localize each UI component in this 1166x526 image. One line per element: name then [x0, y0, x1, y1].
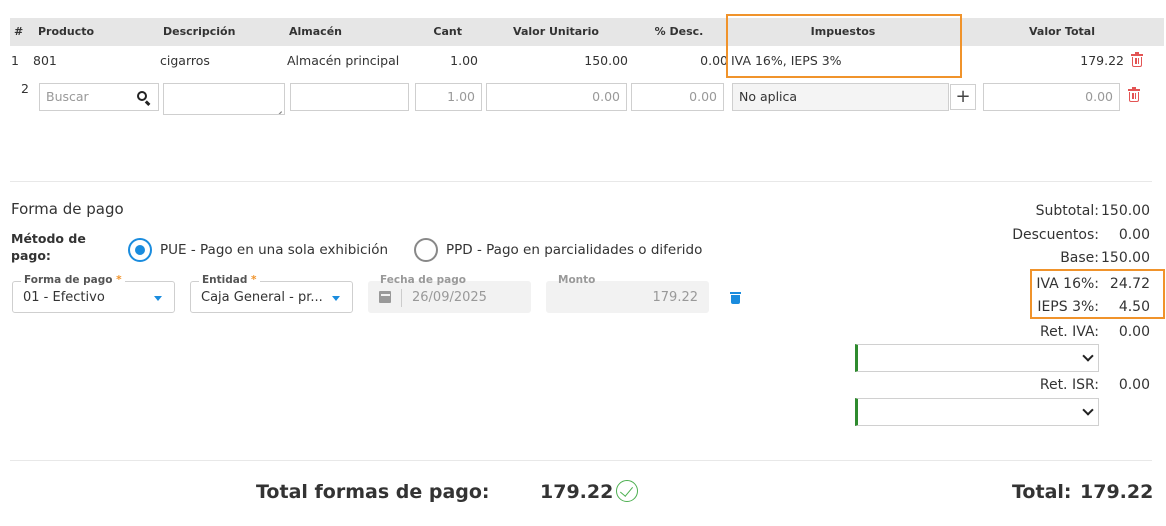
impuestos-highlight: [726, 14, 962, 78]
row-producto: 801: [33, 53, 57, 68]
delete-payment-icon[interactable]: [730, 291, 741, 304]
row-desc: 0.00: [700, 53, 728, 68]
descuentos-value: 0.00: [1118, 227, 1150, 243]
delete-row-icon[interactable]: [1128, 87, 1140, 102]
row-valor-total: 179.22: [1080, 53, 1124, 68]
ret-iva-label: Ret. IVA:: [1040, 324, 1099, 340]
ret-isr-value: 0.00: [1118, 377, 1150, 393]
fecha-pago-value: 26/09/2025: [412, 290, 487, 305]
total-formas-label: Total formas de pago:: [256, 481, 490, 503]
monto-value: 179.22: [652, 290, 699, 305]
row-descripcion: cigarros: [160, 53, 210, 68]
ret-iva-value: 0.00: [1118, 324, 1150, 340]
header-num: #: [14, 25, 24, 38]
almacen-input[interactable]: [290, 83, 409, 111]
entidad-value: Caja General - pr...: [201, 290, 323, 305]
header-valor-unitario: Valor Unitario: [513, 25, 599, 38]
cant-input[interactable]: 1.00: [415, 83, 482, 111]
monto-label: Monto: [558, 274, 596, 286]
row-cant: 1.00: [450, 53, 478, 68]
caret-down-icon: [154, 296, 162, 301]
payment-section-title: Forma de pago: [11, 200, 124, 218]
entidad-label: Entidad: [202, 274, 248, 286]
table-row: 1 801 cigarros Almacén principal 1.00 15…: [0, 50, 1166, 72]
radio-ppd-label[interactable]: PPD - Pago en parcialidades o diferido: [446, 242, 702, 258]
caret-down-icon: [332, 296, 340, 301]
calendar-icon: [379, 291, 391, 303]
radio-pue[interactable]: [128, 238, 152, 262]
fecha-pago-field[interactable]: Fecha de pago 26/09/2025: [368, 274, 531, 313]
payment-method-label: Método de pago:: [11, 231, 86, 263]
table-row: 2 Buscar 1.00 0.00 0.00 No aplica + 0.00: [0, 80, 1166, 116]
radio-pue-label[interactable]: PUE - Pago en una sola exhibición: [160, 242, 388, 258]
monto-field[interactable]: Monto 179.22: [546, 274, 709, 313]
header-descripcion: Descripción: [163, 25, 236, 38]
base-label: Base:: [1060, 250, 1099, 266]
ret-isr-select[interactable]: [855, 398, 1099, 426]
total-value: 179.22: [1080, 481, 1154, 503]
divider: [10, 181, 1152, 182]
delete-row-icon[interactable]: [1131, 52, 1143, 67]
ret-iva-select[interactable]: [855, 344, 1099, 372]
forma-pago-select[interactable]: Forma de pago * 01 - Efectivo: [12, 274, 175, 313]
total-label: Total:: [1012, 481, 1072, 503]
taxes-highlight: [1030, 269, 1165, 319]
valor-unitario-input[interactable]: 0.00: [486, 83, 627, 111]
subtotal-value: 150.00: [1101, 203, 1150, 219]
header-cant: Cant: [433, 25, 462, 38]
chevron-down-icon: [1082, 350, 1094, 362]
row-valor-unitario: 150.00: [584, 53, 628, 68]
entidad-select[interactable]: Entidad * Caja General - pr...: [190, 274, 353, 313]
impuestos-field[interactable]: No aplica: [732, 83, 949, 111]
header-producto: Producto: [38, 25, 95, 38]
table-header: # Producto Descripción Almacén Cant Valo…: [10, 18, 1164, 46]
total-formas-value: 179.22: [540, 481, 614, 503]
check-circle-icon: [616, 480, 638, 502]
forma-pago-label: Forma de pago: [24, 274, 113, 286]
valor-total-input[interactable]: 0.00: [983, 83, 1120, 111]
row-num: 1: [11, 53, 19, 68]
subtotal-label: Subtotal:: [1035, 203, 1099, 219]
ret-isr-label: Ret. ISR:: [1039, 377, 1099, 393]
description-textarea[interactable]: [163, 83, 285, 115]
resize-grip-icon[interactable]: [275, 105, 282, 112]
forma-pago-value: 01 - Efectivo: [23, 290, 105, 305]
product-search-input[interactable]: Buscar: [39, 83, 159, 111]
desc-input[interactable]: 0.00: [631, 83, 724, 111]
chevron-down-icon: [1082, 404, 1094, 416]
add-tax-button[interactable]: +: [950, 84, 976, 110]
descuentos-label: Descuentos:: [1012, 227, 1099, 243]
header-valor-total: Valor Total: [1029, 25, 1095, 38]
divider: [10, 460, 1152, 461]
fecha-pago-label: Fecha de pago: [380, 274, 466, 286]
row-almacen: Almacén principal: [287, 53, 400, 68]
header-almacen: Almacén: [289, 25, 342, 38]
row-num: 2: [21, 81, 29, 96]
header-desc: % Desc.: [654, 25, 704, 38]
base-value: 150.00: [1101, 250, 1150, 266]
search-icon[interactable]: [137, 91, 151, 106]
radio-ppd[interactable]: [414, 238, 438, 262]
